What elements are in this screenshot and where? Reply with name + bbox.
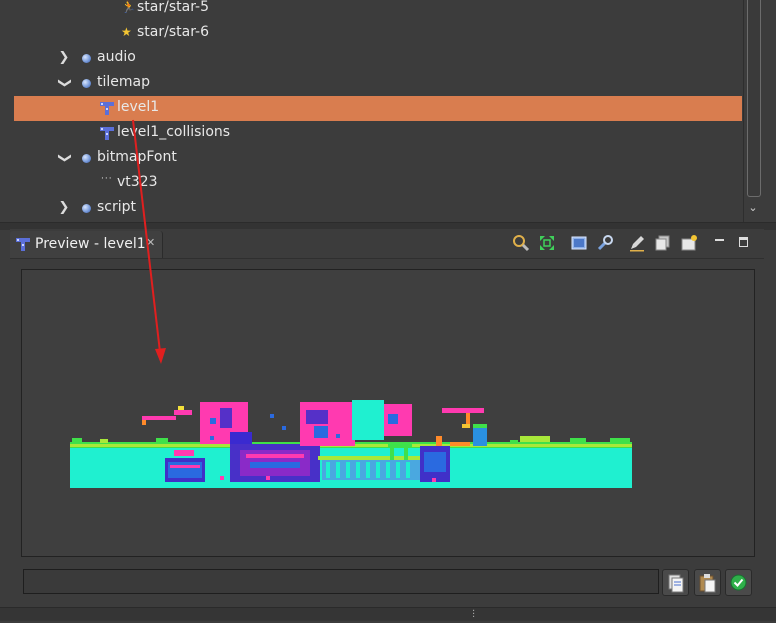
minimize-icon[interactable] xyxy=(714,234,726,246)
bitmap-font-icon: ··· xyxy=(101,174,113,184)
chevron-down-icon[interactable]: ❯ xyxy=(57,76,72,90)
new-layer-icon[interactable] xyxy=(680,234,698,252)
chevron-right-icon[interactable]: ❯ xyxy=(57,51,71,65)
settings-wrench-icon[interactable] xyxy=(596,234,614,252)
scroll-down-icon[interactable]: ⌄ xyxy=(746,200,760,216)
folder-dot-icon xyxy=(82,79,91,88)
tilemap-icon xyxy=(100,102,114,115)
grid-toggle-icon[interactable] xyxy=(570,234,588,252)
tab-preview-level1[interactable]: Preview - level1 ✕ xyxy=(10,231,163,258)
edit-icon[interactable] xyxy=(628,234,646,252)
tree-item-label: bitmapFont xyxy=(97,149,177,165)
folder-dot-icon xyxy=(82,154,91,163)
tree-item-level1[interactable]: level1 xyxy=(14,96,742,121)
fit-view-icon[interactable] xyxy=(538,234,556,252)
tree-item-label: star/star-5 xyxy=(137,0,210,15)
tree-item-label: vt323 xyxy=(117,174,158,190)
tree-item-label: level1 xyxy=(117,99,160,115)
paste-icon xyxy=(699,574,716,593)
tree-item-label: script xyxy=(97,199,137,215)
scrollbar-thumb[interactable] xyxy=(747,0,761,197)
tab-title: Preview - level1 xyxy=(35,236,146,252)
folder-dot-icon xyxy=(82,54,91,63)
maximize-icon[interactable] xyxy=(738,234,750,247)
status-bar: · · · xyxy=(0,607,776,623)
copy-button[interactable] xyxy=(662,569,689,596)
paste-button[interactable] xyxy=(694,569,721,596)
asset-tree[interactable]: 🏃 star/star-5 ★ star/star-6 ❯ audio ❯ ti… xyxy=(0,0,776,222)
command-input[interactable] xyxy=(23,569,659,594)
vertical-scrollbar[interactable]: ⌄ xyxy=(743,0,763,222)
tree-item-label: audio xyxy=(97,49,136,65)
tree-item-label: level1_collisions xyxy=(117,124,231,140)
star-icon: 🏃 xyxy=(121,0,136,14)
confirm-icon xyxy=(730,574,747,591)
tree-item-star-5[interactable]: 🏃 star/star-5 xyxy=(0,0,742,21)
tree-item-audio[interactable]: ❯ audio xyxy=(0,46,742,71)
zoom-icon[interactable] xyxy=(512,234,530,252)
tilemap-render xyxy=(70,400,632,488)
copy-icon xyxy=(668,574,684,593)
confirm-button[interactable] xyxy=(725,569,752,596)
preview-panel: Preview - level1 ✕ xyxy=(10,229,764,607)
tree-item-label: star/star-6 xyxy=(137,24,210,40)
star-icon: ★ xyxy=(121,25,132,39)
tree-item-label: tilemap xyxy=(97,74,150,90)
resize-grip-icon[interactable]: · · · xyxy=(472,607,475,623)
close-icon[interactable]: ✕ xyxy=(146,236,155,249)
preview-tab-bar: Preview - level1 ✕ xyxy=(10,229,764,259)
tilemap-icon xyxy=(100,127,114,140)
chevron-down-icon[interactable]: ❯ xyxy=(57,151,72,165)
tilemap-icon xyxy=(16,238,30,251)
tree-item-star-6[interactable]: ★ star/star-6 xyxy=(0,21,742,46)
tree-item-level1-collisions[interactable]: level1_collisions xyxy=(0,121,742,146)
chevron-right-icon[interactable]: ❯ xyxy=(57,201,71,215)
tree-item-bitmapfont[interactable]: ❯ bitmapFont xyxy=(0,146,742,171)
layers-icon[interactable] xyxy=(654,234,672,252)
folder-dot-icon xyxy=(82,204,91,213)
tree-item-script[interactable]: ❯ script xyxy=(0,196,742,221)
tree-item-tilemap[interactable]: ❯ tilemap xyxy=(0,71,742,96)
tree-item-vt323[interactable]: ··· vt323 xyxy=(0,171,742,196)
tilemap-preview-canvas[interactable] xyxy=(21,269,755,557)
